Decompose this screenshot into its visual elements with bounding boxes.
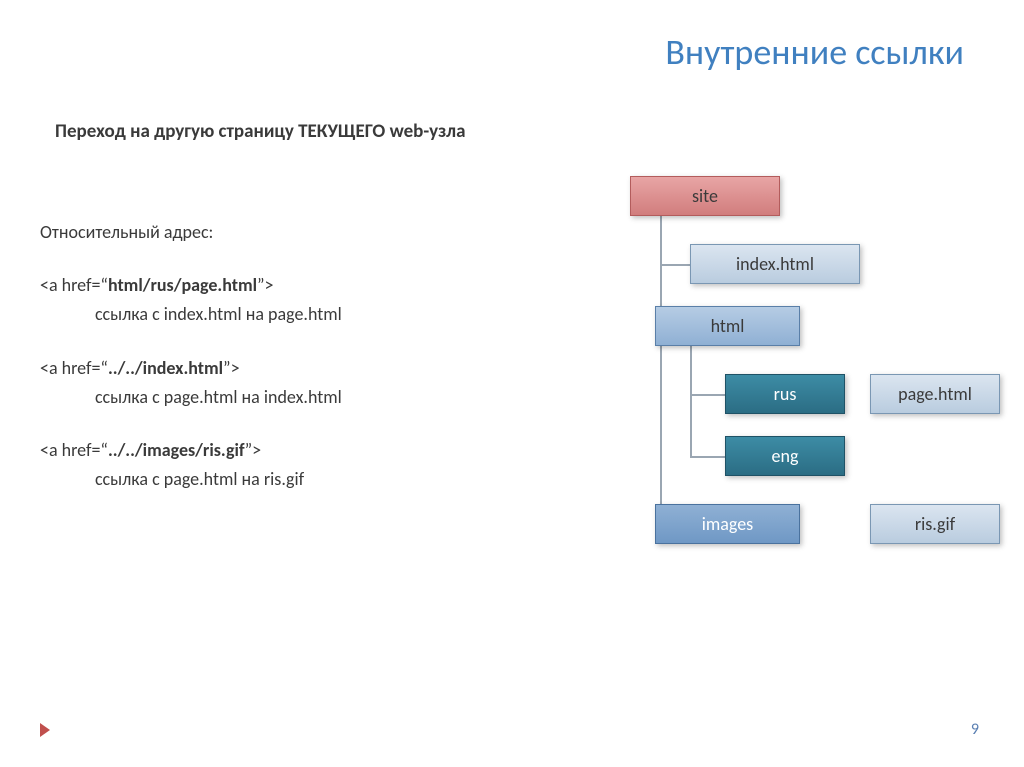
node-images: images — [655, 504, 800, 544]
connector-line — [690, 456, 725, 458]
ex3-description: ссылка с page.html на ris.gif — [40, 467, 530, 492]
page-subtitle: Переход на другую страницу ТЕКУЩЕГО web-… — [55, 120, 465, 143]
ex1-description: ссылка с index.html на page.html — [40, 302, 530, 327]
node-index: index.html — [690, 244, 860, 284]
node-rus: rus — [725, 374, 845, 414]
node-site: site — [630, 176, 780, 216]
relative-address-heading: Относительный адрес: — [40, 220, 530, 245]
connector-line — [690, 346, 692, 458]
ex1-path: html/rus/page.html — [108, 274, 257, 296]
connector-line — [660, 216, 662, 524]
text-column: Относительный адрес: <a href=“html/rus/p… — [40, 220, 530, 520]
page-number: 9 — [971, 720, 979, 739]
example-3: <a href=“../../images/ris.gif”> ссылка с… — [40, 438, 530, 492]
node-eng: eng — [725, 436, 845, 476]
ex2-path: ../../index.html — [108, 357, 223, 379]
example-2: <a href=“../../index.html”> ссылка с pag… — [40, 356, 530, 410]
ex3-path: ../../images/ris.gif — [108, 439, 245, 461]
slide-marker-icon — [40, 723, 50, 737]
node-ris: ris.gif — [870, 504, 1000, 544]
example-1: <a href=“html/rus/page.html”> ссылка с i… — [40, 273, 530, 327]
node-html: html — [655, 306, 800, 346]
node-page: page.html — [870, 374, 1000, 414]
connector-line — [690, 394, 725, 396]
ex2-description: ссылка с page.html на index.html — [40, 385, 530, 410]
file-tree-diagram: site index.html html rus page.html eng i… — [520, 176, 1000, 596]
page-title: Внутренние ссылки — [665, 30, 964, 74]
connector-line — [660, 264, 690, 266]
